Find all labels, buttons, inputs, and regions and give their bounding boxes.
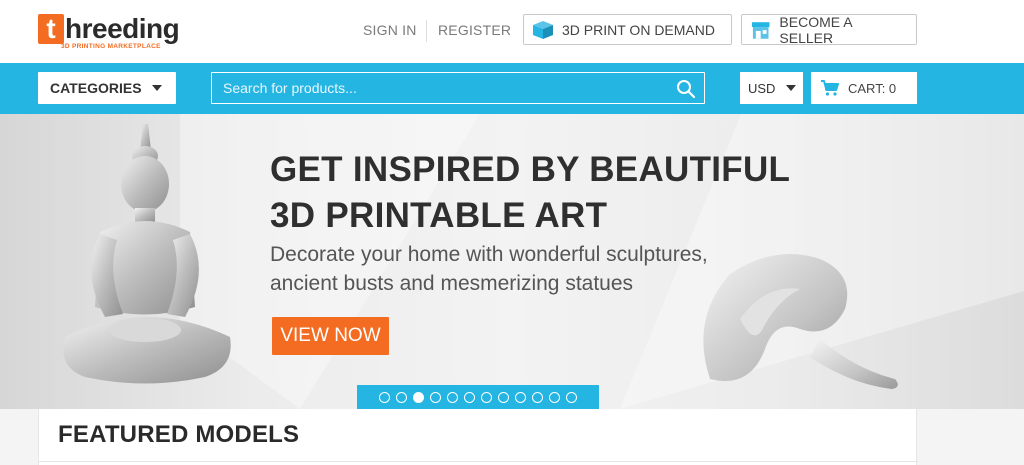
header-divider bbox=[426, 20, 427, 42]
top-header: t hreeding 3D PRINTING MARKETPLACE SIGN … bbox=[0, 0, 1024, 63]
carousel-dot-8[interactable] bbox=[498, 391, 509, 403]
hero-banner: GET INSPIRED BY BEAUTIFUL 3D PRINTABLE A… bbox=[0, 114, 1024, 409]
carousel-dot-6[interactable] bbox=[464, 391, 475, 403]
hero-subtitle-line-2: ancient busts and mesmerizing statues bbox=[270, 272, 634, 295]
sign-in-link[interactable]: SIGN IN bbox=[363, 22, 417, 38]
carousel-dot-3[interactable] bbox=[413, 391, 424, 403]
carousel-dot-10[interactable] bbox=[532, 391, 543, 403]
carousel-dot-2[interactable] bbox=[396, 391, 407, 403]
main-navbar: CATEGORIES USD CART: 0 bbox=[0, 63, 1024, 114]
storefront-icon bbox=[751, 21, 770, 39]
carousel-pagination bbox=[357, 385, 599, 409]
categories-dropdown[interactable]: CATEGORIES bbox=[38, 72, 176, 104]
box-3d-icon bbox=[533, 20, 553, 39]
section-divider bbox=[39, 461, 918, 462]
cart-button[interactable]: CART: 0 bbox=[811, 72, 917, 104]
logo-wordmark: hreeding bbox=[65, 13, 180, 44]
carousel-dot-11[interactable] bbox=[549, 391, 560, 403]
register-link[interactable]: REGISTER bbox=[438, 22, 511, 38]
search-bar bbox=[211, 72, 705, 104]
cart-label: CART: 0 bbox=[848, 80, 897, 96]
hero-title-line-2: 3D PRINTABLE ART bbox=[270, 196, 608, 235]
search-icon[interactable] bbox=[676, 79, 696, 99]
search-input[interactable] bbox=[212, 80, 652, 96]
currency-value: USD bbox=[748, 80, 776, 96]
hero-title: GET INSPIRED BY BEAUTIFUL 3D PRINTABLE A… bbox=[270, 147, 870, 239]
print-on-demand-label: 3D PRINT ON DEMAND bbox=[562, 21, 715, 38]
print-on-demand-button[interactable]: 3D PRINT ON DEMAND bbox=[523, 14, 732, 45]
featured-title: FEATURED MODELS bbox=[58, 421, 300, 448]
logo-mark: t bbox=[38, 13, 64, 44]
become-seller-label: BECOME A SELLER bbox=[779, 13, 852, 46]
hero-subtitle: Decorate your home with wonderful sculpt… bbox=[270, 240, 750, 298]
caret-down-icon bbox=[151, 85, 162, 91]
carousel-dot-9[interactable] bbox=[515, 391, 526, 403]
buddha-sculpture-image bbox=[63, 124, 231, 384]
hero-subtitle-line-1: Decorate your home with wonderful sculpt… bbox=[270, 243, 708, 266]
carousel-dot-4[interactable] bbox=[430, 391, 441, 403]
cart-icon bbox=[821, 80, 839, 96]
become-seller-button[interactable]: BECOME A SELLER bbox=[741, 13, 917, 46]
carousel-dot-5[interactable] bbox=[447, 391, 458, 403]
carousel-dot-1[interactable] bbox=[379, 391, 390, 403]
currency-select[interactable]: USD bbox=[740, 72, 803, 104]
carousel-dot-12[interactable] bbox=[566, 391, 577, 403]
logo-tagline: 3D PRINTING MARKETPLACE bbox=[61, 43, 161, 50]
caret-down-icon bbox=[786, 85, 797, 91]
view-now-button[interactable]: VIEW NOW bbox=[272, 317, 389, 355]
hero-title-line-1: GET INSPIRED BY BEAUTIFUL bbox=[270, 150, 791, 189]
carousel-dot-7[interactable] bbox=[481, 391, 492, 403]
featured-section: FEATURED MODELS bbox=[38, 409, 918, 465]
threeding-logo[interactable]: t hreeding 3D PRINTING MARKETPLACE bbox=[38, 13, 180, 50]
categories-label: CATEGORIES bbox=[50, 80, 142, 96]
